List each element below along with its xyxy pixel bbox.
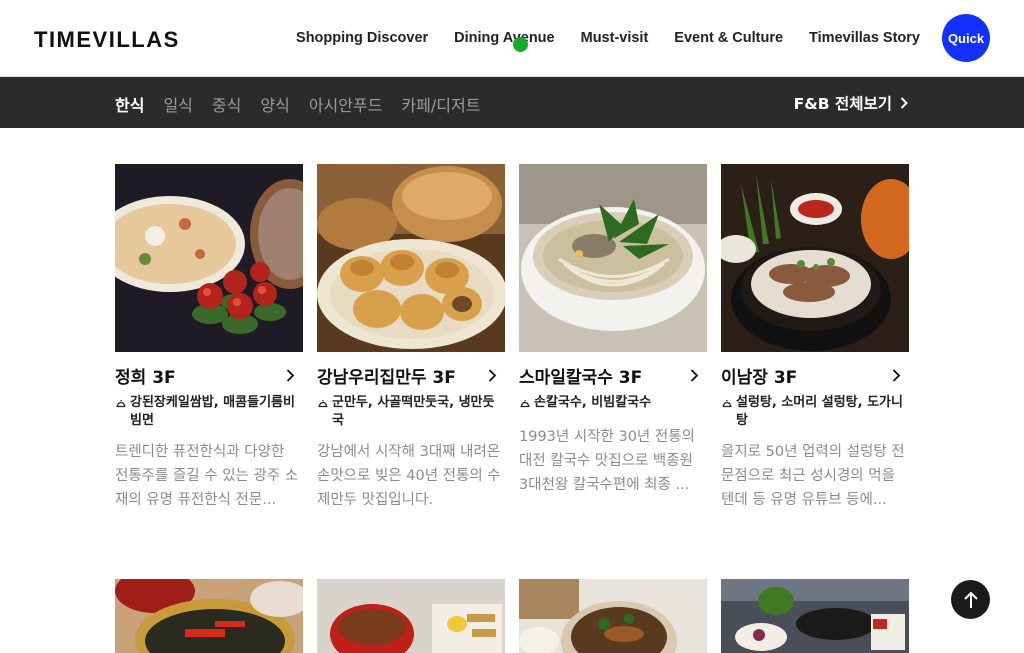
fnb-all-view-link[interactable]: F&B 전체보기 — [794, 92, 908, 114]
signature-menu: 군만두, 사골떡만둣국, 냉만둣국 — [317, 394, 505, 430]
restaurant-description: 1993년 시작한 30년 전통의 대전 칼국수 맛집으로 백종원 3대천왕 칼… — [519, 429, 695, 493]
dish-cloche-icon — [520, 400, 530, 408]
restaurant-photo[interactable] — [519, 164, 707, 352]
dish-cloche-icon — [722, 400, 732, 408]
main-nav: Shopping Discover Dining Avenue Must-vis… — [296, 30, 920, 46]
tab-cafe-dessert[interactable]: 카페/디저트 — [401, 92, 480, 116]
restaurant-name: 스마일칼국수 3F — [519, 368, 643, 388]
signature-menu-text: 손칼국수, 비빔칼국수 — [534, 395, 652, 410]
restaurant-name: 정희 3F — [115, 368, 176, 388]
tab-korean[interactable]: 한식 — [115, 92, 144, 116]
restaurant-description: 을지로 50년 업력의 설렁탕 전문점으로 최근 성시경의 먹을텐데 등 유명 … — [721, 444, 905, 508]
food-image — [721, 579, 909, 653]
restaurant-card[interactable]: 스마일칼국수 3F 손칼국수, 비빔칼국수 1993년 시작한 30년 전통의 … — [519, 164, 707, 493]
chevron-right-icon — [488, 369, 497, 382]
restaurant-photo[interactable] — [115, 579, 303, 653]
site-logo[interactable]: TIMEVILLAS — [34, 27, 180, 53]
restaurant-description: 강남에서 시작해 3대째 내려온 손맛으로 빚은 40년 전통의 수제만두 맛집… — [317, 444, 501, 508]
restaurant-card[interactable]: 정희 3F 강된장케일쌈밥, 매콤들기름비빔면 트렌디한 퓨전한식과 다양한 전… — [115, 164, 303, 508]
food-image — [317, 579, 505, 653]
restaurant-photo[interactable] — [317, 164, 505, 352]
signature-menu-text: 설렁탕, 소머리 설렁탕, 도가니탕 — [736, 395, 903, 428]
restaurant-title-row[interactable]: 스마일칼국수 3F — [519, 363, 707, 388]
nav-dining-avenue[interactable]: Dining Avenue — [454, 30, 554, 46]
restaurant-title-row[interactable]: 강남우리집만두 3F — [317, 363, 505, 388]
food-image — [721, 164, 909, 352]
nav-event-culture[interactable]: Event & Culture — [674, 30, 783, 46]
restaurant-description: 트렌디한 퓨전한식과 다양한 전통주를 즐길 수 있는 광주 소재의 유명 퓨전… — [115, 444, 299, 508]
signature-menu: 손칼국수, 비빔칼국수 — [519, 394, 707, 412]
restaurant-card[interactable]: 강남우리집만두 3F 군만두, 사골떡만둣국, 냉만둣국 강남에서 시작해 3대… — [317, 164, 505, 508]
restaurant-photo[interactable] — [721, 579, 909, 653]
restaurant-photo[interactable] — [317, 579, 505, 653]
arrow-up-icon — [963, 591, 978, 608]
food-image — [519, 579, 707, 653]
restaurant-card[interactable]: 이남장 3F 설렁탕, 소머리 설렁탕, 도가니탕 을지로 50년 업력의 설렁… — [721, 164, 909, 508]
chevron-right-icon — [892, 369, 901, 382]
restaurant-name: 이남장 3F — [721, 368, 798, 388]
tab-japanese[interactable]: 일식 — [163, 92, 192, 116]
restaurant-photo[interactable] — [115, 164, 303, 352]
restaurant-title-row[interactable]: 정희 3F — [115, 363, 303, 388]
signature-menu-text: 강된장케일쌈밥, 매콤들기름비빔면 — [130, 395, 295, 428]
food-image — [317, 164, 505, 352]
signature-menu: 강된장케일쌈밥, 매콤들기름비빔면 — [115, 394, 303, 430]
nav-timevillas-story[interactable]: Timevillas Story — [809, 30, 920, 46]
tab-chinese[interactable]: 중식 — [212, 92, 241, 116]
category-bar: 한식 일식 중식 양식 아시안푸드 카페/디저트 F&B 전체보기 — [0, 77, 1024, 128]
chevron-right-icon — [900, 97, 908, 109]
tab-asian-food[interactable]: 아시안푸드 — [309, 92, 383, 116]
signature-menu-text: 군만두, 사골떡만둣국, 냉만둣국 — [332, 395, 495, 428]
dish-cloche-icon — [116, 400, 126, 408]
restaurant-name: 강남우리집만두 3F — [317, 368, 456, 388]
fnb-all-view-label: F&B 전체보기 — [793, 95, 892, 113]
dish-cloche-icon — [318, 400, 328, 408]
food-image — [115, 164, 303, 352]
scroll-to-top-button[interactable] — [951, 580, 990, 619]
mouse-cursor-indicator — [513, 37, 528, 52]
chevron-right-icon — [690, 369, 699, 382]
signature-menu: 설렁탕, 소머리 설렁탕, 도가니탕 — [721, 394, 909, 430]
restaurant-photo[interactable] — [721, 164, 909, 352]
food-image — [519, 164, 707, 352]
site-header: TIMEVILLAS Shopping Discover Dining Aven… — [0, 0, 1024, 77]
restaurant-photo[interactable] — [519, 579, 707, 653]
nav-shopping-discover[interactable]: Shopping Discover — [296, 30, 428, 46]
chevron-right-icon — [286, 369, 295, 382]
food-image — [115, 579, 303, 653]
nav-must-visit[interactable]: Must-visit — [581, 30, 649, 46]
restaurant-grid-row-2 — [115, 579, 909, 653]
tab-western[interactable]: 양식 — [260, 92, 289, 116]
quick-button[interactable]: Quick — [942, 14, 990, 62]
restaurant-title-row[interactable]: 이남장 3F — [721, 363, 909, 388]
category-tabs: 한식 일식 중식 양식 아시안푸드 카페/디저트 — [115, 92, 480, 116]
